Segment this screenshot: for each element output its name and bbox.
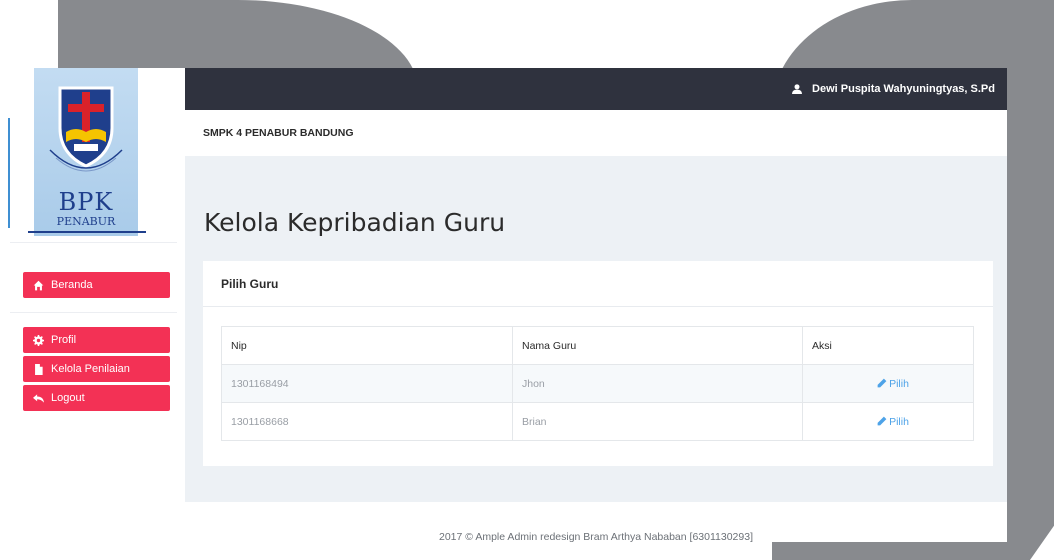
cell-nip: 1301168494	[221, 364, 513, 403]
cell-aksi: Pilih	[802, 402, 974, 441]
sidebar: BPK PENABUR Beranda Profil Kelola Penila…	[0, 68, 186, 542]
table-row: 1301168494 Jhon Pilih	[221, 364, 974, 403]
column-header-aksi: Aksi	[802, 326, 974, 365]
page-title: Kelola Kepribadian Guru	[204, 208, 506, 237]
pilih-link[interactable]: Pilih	[877, 378, 909, 390]
logo-brand-text: BPK	[58, 188, 114, 216]
cell-aksi: Pilih	[802, 364, 974, 403]
gear-icon	[33, 334, 44, 346]
column-header-nama-guru: Nama Guru	[512, 326, 803, 365]
nav-profil-button[interactable]: Profil	[23, 327, 170, 353]
footer: 2017 © Ample Admin redesign Bram Arthya …	[185, 502, 1007, 543]
user-name: Dewi Puspita Wahyuningtyas, S.Pd	[812, 83, 995, 95]
nav-profil-label: Profil	[51, 334, 77, 346]
nav-kelola-penilaian-button[interactable]: Kelola Penilaian	[23, 356, 170, 382]
sidebar-accent-line	[8, 118, 10, 228]
cell-nama-guru: Jhon	[512, 364, 803, 403]
shield-emblem-icon	[49, 86, 123, 172]
table-header-row: Nip Nama Guru Aksi	[221, 326, 974, 365]
logo-underline	[28, 231, 146, 233]
cell-nip: 1301168668	[221, 402, 513, 441]
teacher-select-panel: Pilih Guru Nip Nama Guru Aksi 1301168494…	[203, 261, 993, 466]
reply-arrow-icon	[33, 393, 44, 403]
breadcrumb: SMPK 4 PENABUR BANDUNG	[185, 110, 1007, 156]
panel-title: Pilih Guru	[203, 261, 993, 307]
home-icon	[33, 280, 44, 290]
nav-logout-button[interactable]: Logout	[23, 385, 170, 411]
pencil-icon	[877, 416, 887, 425]
nav-kelola-penilaian-label: Kelola Penilaian	[51, 363, 130, 375]
nav-beranda-button[interactable]: Beranda	[23, 272, 170, 298]
pilih-link[interactable]: Pilih	[877, 416, 909, 428]
nav-logout-label: Logout	[51, 392, 85, 404]
pilih-link-label: Pilih	[889, 415, 909, 428]
teacher-table: Nip Nama Guru Aksi 1301168494 Jhon Pilih	[221, 326, 974, 441]
sidebar-divider	[10, 312, 177, 313]
logo-brand-subtitle: PENABUR	[56, 215, 116, 228]
pencil-icon	[877, 378, 887, 387]
cell-nama-guru: Brian	[512, 402, 803, 441]
pilih-link-label: Pilih	[889, 377, 909, 390]
user-icon	[792, 84, 803, 94]
main-content: Kelola Kepribadian Guru Pilih Guru Nip N…	[185, 156, 1007, 502]
column-header-nip: Nip	[221, 326, 513, 365]
sidebar-divider	[10, 242, 177, 243]
top-bar: Dewi Puspita Wahyuningtyas, S.Pd	[185, 68, 1007, 110]
school-logo[interactable]: BPK PENABUR	[34, 68, 138, 236]
user-menu[interactable]: Dewi Puspita Wahyuningtyas, S.Pd	[792, 68, 995, 110]
table-row: 1301168668 Brian Pilih	[221, 402, 974, 441]
nav-beranda-label: Beranda	[51, 279, 93, 291]
file-icon	[35, 363, 43, 375]
